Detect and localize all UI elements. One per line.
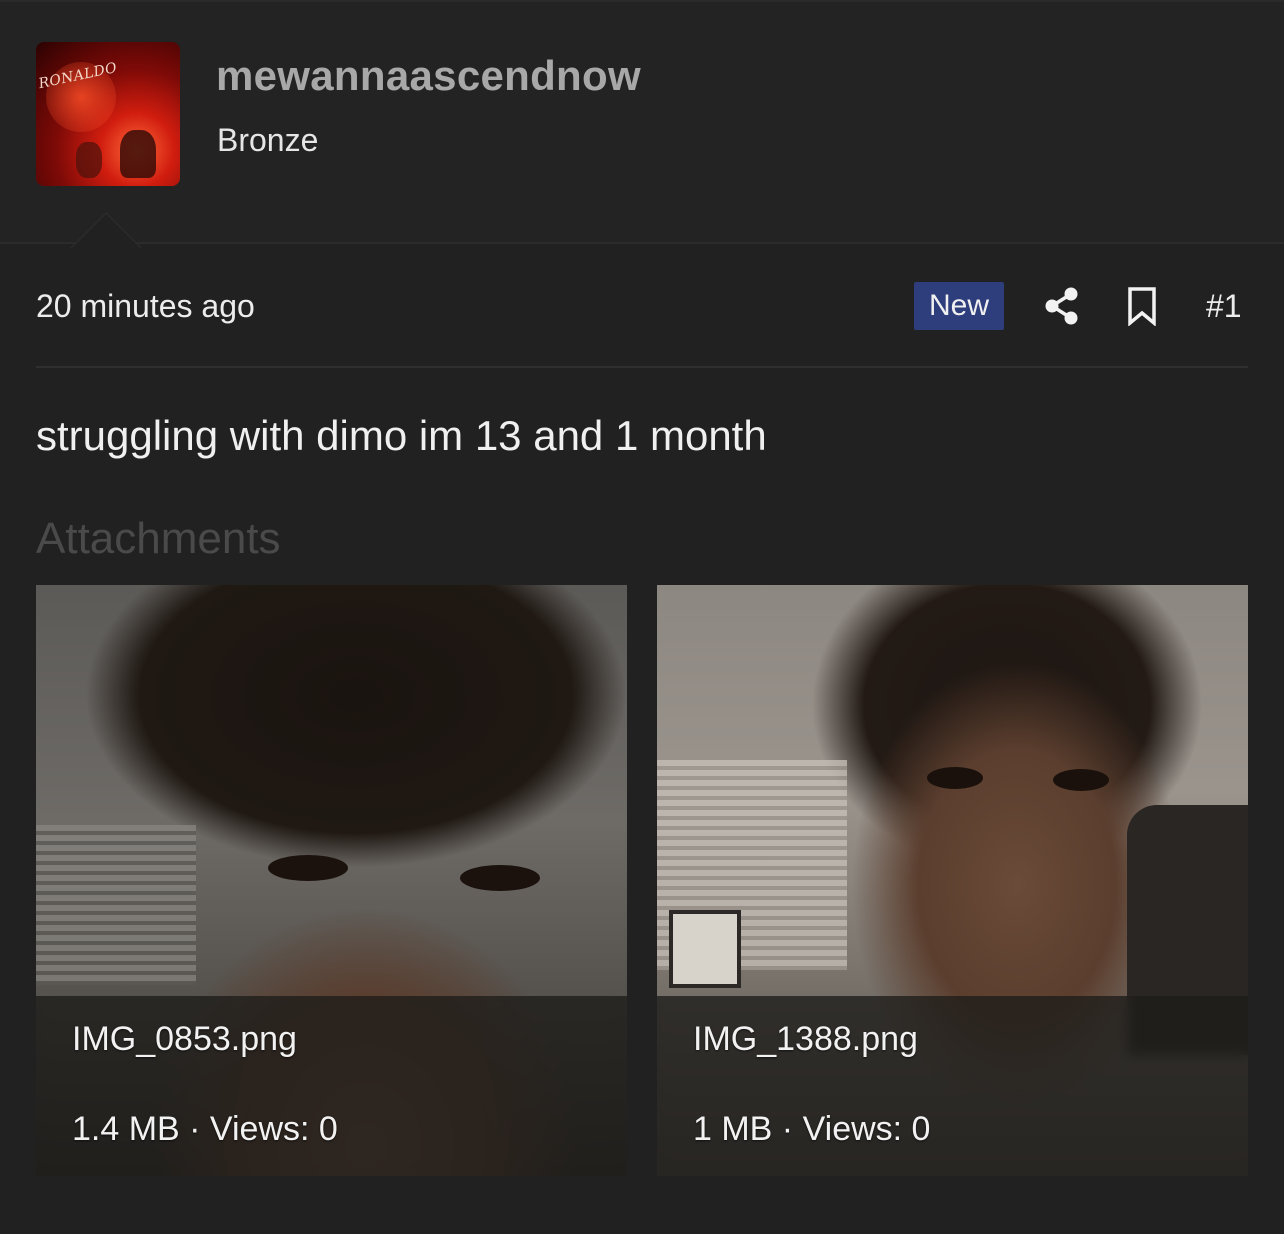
attachment-file-info: 1 MB · Views: 0 xyxy=(693,1110,931,1148)
attachment-filename[interactable]: IMG_1388.png xyxy=(693,1020,918,1059)
new-badge: New xyxy=(914,282,1004,330)
post-body: struggling with dimo im 13 and 1 month xyxy=(36,412,767,459)
photo-detail xyxy=(460,865,540,891)
avatar[interactable]: RONALDO xyxy=(36,42,180,186)
attachment-filename[interactable]: IMG_0853.png xyxy=(72,1020,297,1059)
photo-detail xyxy=(927,767,983,789)
caret-pointer xyxy=(72,214,140,248)
photo-window-blinds xyxy=(36,825,196,985)
attachments-heading: Attachments xyxy=(36,514,281,563)
share-icon[interactable] xyxy=(1042,286,1082,326)
post-number-link[interactable]: #1 xyxy=(1206,288,1242,325)
divider xyxy=(36,366,1248,368)
avatar-figure-secondary xyxy=(76,142,102,178)
photo-detail xyxy=(268,855,348,881)
attachment-file-info: 1.4 MB · Views: 0 xyxy=(72,1110,338,1148)
attachment-caption: IMG_1388.png 1 MB · Views: 0 xyxy=(657,996,1248,1176)
user-info-block: RONALDO mewannaascendnow Bronze xyxy=(0,0,1284,248)
post-meta-row: 20 minutes ago New #1 xyxy=(36,282,1248,330)
photo-detail xyxy=(1053,769,1109,791)
photo-picture-frame xyxy=(669,910,741,988)
user-rank: Bronze xyxy=(217,122,319,158)
attachment-thumbnail[interactable]: IMG_1388.png 1 MB · Views: 0 xyxy=(657,585,1248,1176)
attachment-caption: IMG_0853.png 1.4 MB · Views: 0 xyxy=(36,996,627,1176)
bookmark-icon[interactable] xyxy=(1124,286,1160,327)
avatar-figure xyxy=(120,130,156,178)
post-timestamp[interactable]: 20 minutes ago xyxy=(36,288,255,325)
post-page: RONALDO mewannaascendnow Bronze 20 minut… xyxy=(0,0,1284,1234)
username-link[interactable]: mewannaascendnow xyxy=(216,52,641,100)
attachment-thumbnail[interactable]: IMG_0853.png 1.4 MB · Views: 0 xyxy=(36,585,627,1176)
